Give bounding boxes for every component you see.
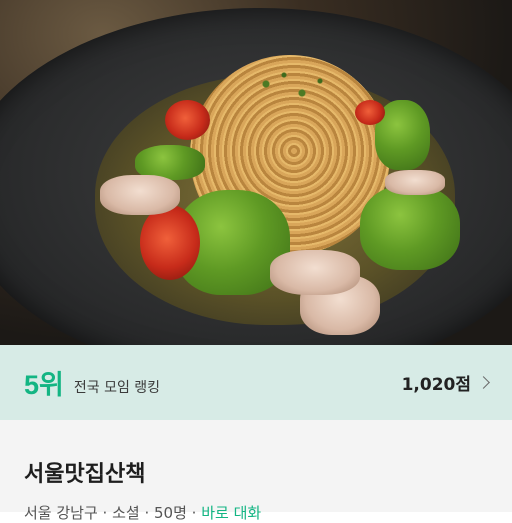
separator: · [139,504,155,522]
tomato [355,100,385,125]
tomato [165,100,210,140]
chevron-right-icon [477,376,490,389]
tomato [140,205,200,280]
rank-score: 1,020점 [401,375,471,395]
separator: · [186,504,202,522]
hero-image [0,0,512,345]
group-members: 50명 [154,504,187,522]
group-title: 서울맛집산책 [24,462,146,487]
separator: · [97,504,113,522]
ranking-bar[interactable]: 5위 전국 모임 랭킹 1,020점 [0,345,512,420]
broccoli [360,185,460,270]
group-status: 바로 대화 [201,504,262,522]
group-location: 서울 강남구 [24,504,98,522]
rank-number: 5위 [24,370,64,400]
squid-piece [100,175,180,215]
parsley-garnish [230,60,350,120]
group-category: 소셜 [112,504,140,522]
squid-piece [385,170,445,195]
rank-score-link[interactable]: 1,020점 [401,370,490,395]
group-meta: 서울 강남구 · 소셜 · 50명 · 바로 대화 [24,502,488,523]
group-info[interactable]: 서울맛집산책 서울 강남구 · 소셜 · 50명 · 바로 대화 [0,420,512,522]
squid-piece [270,250,360,295]
rank-label: 전국 모임 랭킹 [73,379,161,396]
